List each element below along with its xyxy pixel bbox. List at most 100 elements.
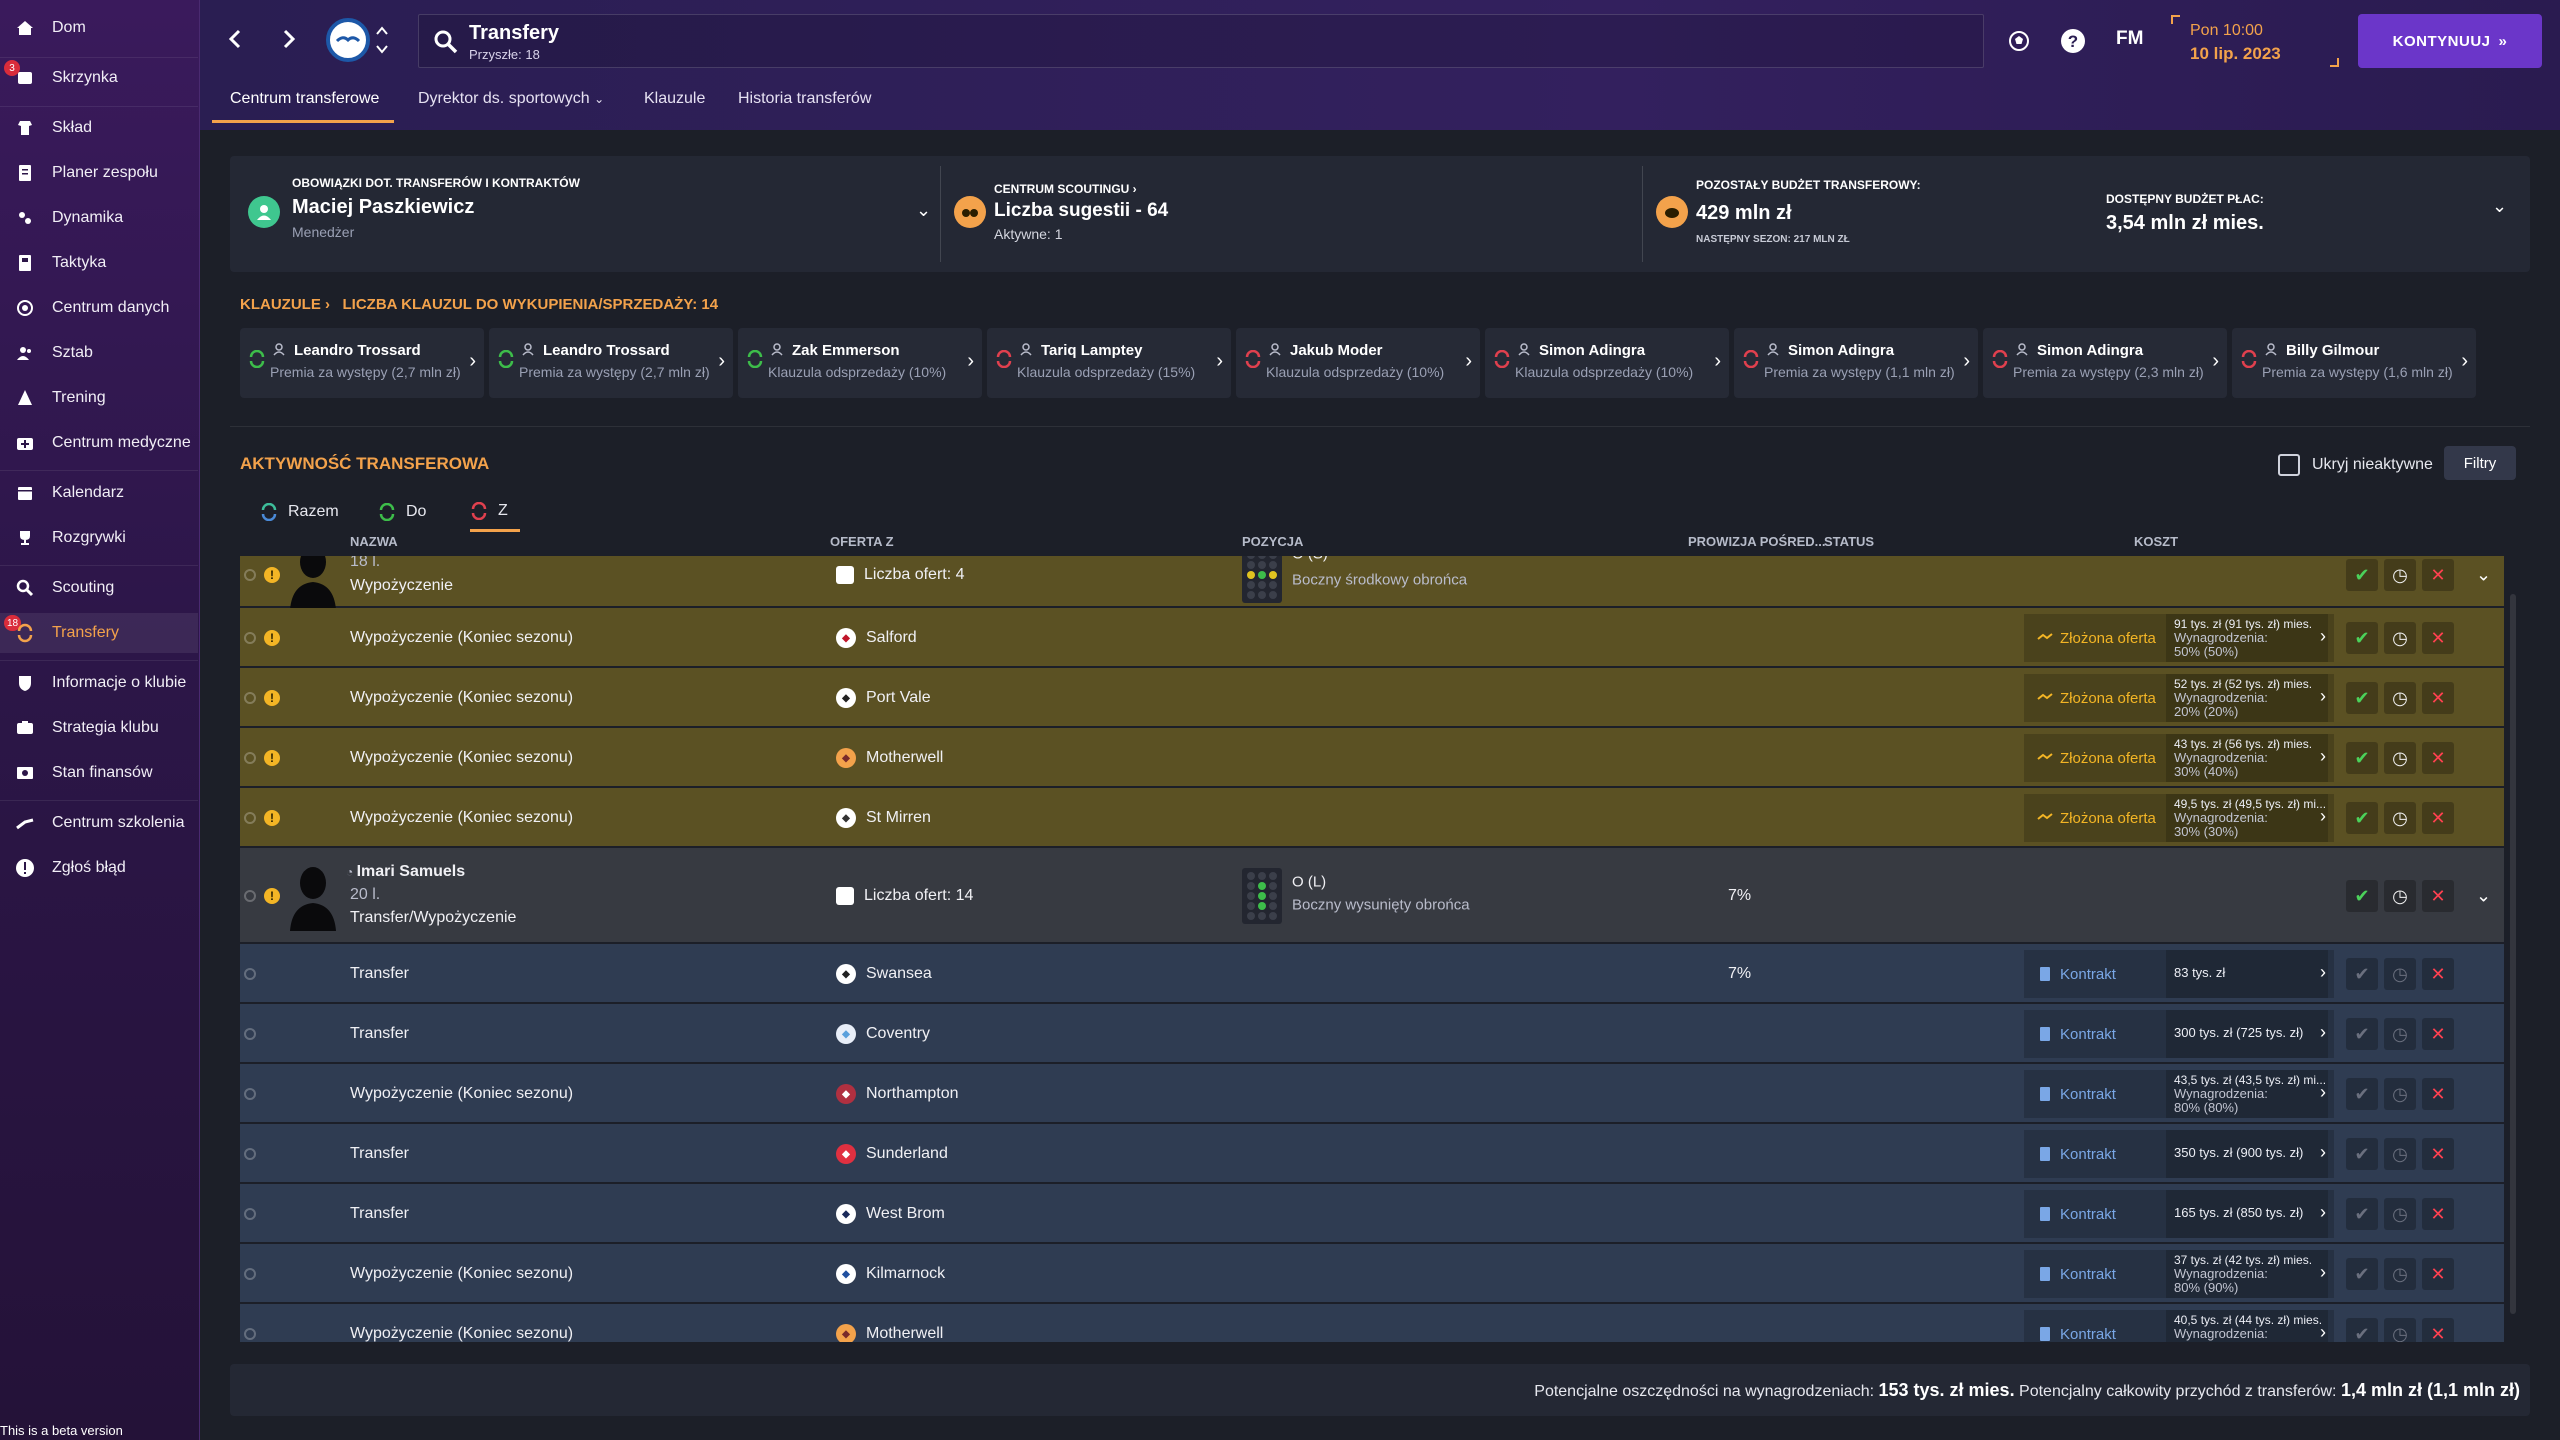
accept-button[interactable]: ✔ (2346, 559, 2378, 591)
clause-card[interactable]: Simon Adingra Klauzula odsprzedaży (10%) › (1485, 328, 1729, 398)
tab-director-of-football[interactable]: Dyrektor ds. sportowych ⌄ (418, 90, 604, 108)
offer-row[interactable]: Transfer ◆ Sunderland Kontrakt 350 tys. zł (… (240, 1124, 2504, 1184)
wait-button[interactable]: ◷ (2384, 1018, 2416, 1050)
help-button[interactable]: ? (2058, 26, 2088, 56)
reject-button[interactable]: ✕ (2422, 622, 2454, 654)
offer-row[interactable]: Wypożyczenie (Koniec sezonu) ◆ Motherwell K… (240, 1304, 2504, 1342)
sidebar-item-dev-centre[interactable]: Centrum szkolenia (0, 803, 198, 843)
column-header-position[interactable]: POZYCJA (1242, 534, 1303, 549)
sidebar-item-club-info[interactable]: Informacje o klubie (0, 663, 198, 703)
back-button[interactable] (220, 24, 250, 54)
tab-transfer-history[interactable]: Historia transferów (738, 90, 871, 108)
offering-club[interactable]: Swansea (866, 965, 932, 983)
wait-button[interactable]: ◷ (2384, 1318, 2416, 1342)
wait-button[interactable]: ◷ (2384, 958, 2416, 990)
reject-button[interactable]: ✕ (2422, 1018, 2454, 1050)
accept-button[interactable]: ✔ (2346, 802, 2378, 834)
offer-row[interactable]: Transfer ◆ Swansea 7% Kontrakt 83 tys. zł › ✔ ◷ ✕ (240, 944, 2504, 1004)
date-display[interactable]: Pon 10:00 10 lip. 2023 (2170, 14, 2340, 68)
cost-cell[interactable]: 43,5 tys. zł (43,5 tys. zł) mi... Wynagro… (2166, 1070, 2334, 1118)
wait-button[interactable]: ◷ (2384, 802, 2416, 834)
clause-card[interactable]: Leandro Trossard Premia za występy (2,7 m… (240, 328, 484, 398)
accept-button[interactable]: ✔ (2346, 1318, 2378, 1342)
chevron-down-icon[interactable]: ⌄ (2492, 196, 2507, 217)
sidebar-item-home[interactable]: Dom (0, 8, 198, 48)
column-header-agent-fee[interactable]: PROWIZJA POŚRED... (1688, 534, 1825, 549)
row-select-radio[interactable] (244, 1328, 256, 1340)
accept-button[interactable]: ✔ (2346, 1198, 2378, 1230)
clauses-link[interactable]: KLAUZULE (240, 296, 321, 313)
responsible-person[interactable]: Maciej Paszkiewicz (292, 196, 474, 219)
wait-button[interactable]: ◷ (2384, 880, 2416, 912)
offer-row[interactable]: Transfer ◆ West Brom Kontrakt 165 tys. zł (8… (240, 1184, 2504, 1244)
reject-button[interactable]: ✕ (2422, 1078, 2454, 1110)
reject-button[interactable]: ✕ (2422, 880, 2454, 912)
accept-button[interactable]: ✔ (2346, 958, 2378, 990)
player-name[interactable]: ◔ Imari Samuels (346, 863, 465, 881)
cost-cell[interactable]: 83 tys. zł › (2166, 950, 2334, 998)
wait-button[interactable]: ◷ (2384, 742, 2416, 774)
column-header-cost[interactable]: KOSZT (2134, 534, 2178, 549)
filter-tab-all[interactable]: Razem (260, 492, 339, 532)
sidebar-item-transfers[interactable]: 18 Transfery (0, 613, 198, 653)
offering-club[interactable]: Port Vale (866, 689, 931, 707)
row-select-radio[interactable] (244, 890, 256, 902)
offer-row[interactable]: Wypożyczenie (Koniec sezonu) ◆ Northampton… (240, 1064, 2504, 1124)
cost-cell[interactable]: 49,5 tys. zł (49,5 tys. zł) mi... Wynagro… (2166, 794, 2334, 842)
offer-row[interactable]: ! Wypożyczenie (Koniec sezonu) ◆ St Mirren Z… (240, 788, 2504, 848)
sidebar-item-squad[interactable]: Skład (0, 108, 198, 148)
reject-button[interactable]: ✕ (2422, 682, 2454, 714)
cost-cell[interactable]: 37 tys. zł (42 tys. zł) mies. Wynagrodzen… (2166, 1250, 2334, 1298)
wait-button[interactable]: ◷ (2384, 1258, 2416, 1290)
sidebar-item-team-planner[interactable]: Planer zespołu (0, 153, 198, 193)
player-row[interactable]: ! 18 l. Wypożyczenie Liczba ofert: 4 O (Ś) Bo… (240, 556, 2504, 610)
sidebar-item-data-hub[interactable]: Centrum danych (0, 288, 198, 328)
offering-club[interactable]: Salford (866, 629, 917, 647)
row-select-radio[interactable] (244, 1208, 256, 1220)
wait-button[interactable]: ◷ (2384, 1078, 2416, 1110)
club-switch-arrows[interactable] (374, 22, 390, 58)
column-header-name[interactable]: NAZWA (350, 534, 398, 549)
row-select-radio[interactable] (244, 1088, 256, 1100)
clause-card[interactable]: Tariq Lamptey Klauzula odsprzedaży (15%) › (987, 328, 1231, 398)
offer-row[interactable]: Wypożyczenie (Koniec sezonu) ◆ Kilmarnock K… (240, 1244, 2504, 1304)
row-select-radio[interactable] (244, 569, 256, 581)
tab-clauses[interactable]: Klauzule (644, 90, 705, 108)
wait-button[interactable]: ◷ (2384, 622, 2416, 654)
sidebar-item-dynamics[interactable]: Dynamika (0, 198, 198, 238)
clause-card[interactable]: Jakub Moder Klauzula odsprzedaży (10%) › (1236, 328, 1480, 398)
scrollbar[interactable] (2510, 594, 2516, 1314)
reject-button[interactable]: ✕ (2422, 802, 2454, 834)
offering-club[interactable]: Motherwell (866, 1325, 943, 1342)
accept-button[interactable]: ✔ (2346, 682, 2378, 714)
offer-row[interactable]: Transfer ◆ Coventry Kontrakt 300 tys. zł (72… (240, 1004, 2504, 1064)
reject-button[interactable]: ✕ (2422, 958, 2454, 990)
reject-button[interactable]: ✕ (2422, 559, 2454, 591)
clause-card[interactable]: Leandro Trossard Premia za występy (2,7 m… (489, 328, 733, 398)
sidebar-item-calendar[interactable]: Kalendarz (0, 473, 198, 513)
wait-button[interactable]: ◷ (2384, 682, 2416, 714)
row-select-radio[interactable] (244, 1148, 256, 1160)
accept-button[interactable]: ✔ (2346, 742, 2378, 774)
sidebar-item-inbox[interactable]: 3 Skrzynka (0, 58, 198, 98)
sidebar-item-competitions[interactable]: Rozgrywki (0, 518, 198, 558)
reject-button[interactable]: ✕ (2422, 742, 2454, 774)
sidebar-item-training[interactable]: Trening (0, 378, 198, 418)
filter-tab-in[interactable]: Do (378, 492, 426, 532)
offering-club[interactable]: St Mirren (866, 809, 931, 827)
chevron-down-icon[interactable]: ⌄ (2476, 886, 2491, 907)
reject-button[interactable]: ✕ (2422, 1198, 2454, 1230)
sidebar-item-medical[interactable]: Centrum medyczne (0, 423, 198, 463)
reject-button[interactable]: ✕ (2422, 1138, 2454, 1170)
tab-transfer-centre[interactable]: Centrum transferowe (230, 90, 379, 108)
accept-button[interactable]: ✔ (2346, 1018, 2378, 1050)
sidebar-item-scouting[interactable]: Scouting (0, 568, 198, 608)
search-box[interactable]: Transfery Przyszłe: 18 (418, 14, 1984, 68)
reject-button[interactable]: ✕ (2422, 1318, 2454, 1342)
column-header-offer-from[interactable]: OFERTA Z (830, 534, 894, 549)
cost-cell[interactable]: 165 tys. zł (850 tys. zł) › (2166, 1190, 2334, 1238)
row-select-radio[interactable] (244, 812, 256, 824)
sidebar-item-tactics[interactable]: Taktyka (0, 243, 198, 283)
clause-card[interactable]: Simon Adingra Premia za występy (1,1 mln … (1734, 328, 1978, 398)
cost-cell[interactable]: 350 tys. zł (900 tys. zł) › (2166, 1130, 2334, 1178)
